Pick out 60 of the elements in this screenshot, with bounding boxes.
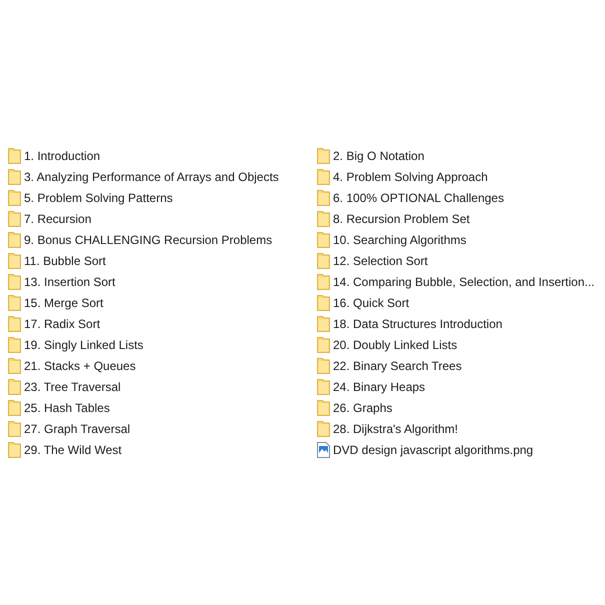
folder-item[interactable]: 1. Introduction — [8, 148, 100, 164]
folder-icon — [8, 148, 21, 164]
folder-item[interactable]: 17. Radix Sort — [8, 316, 100, 332]
folder-icon — [317, 190, 330, 206]
folder-item[interactable]: 11. Bubble Sort — [8, 252, 106, 268]
folder-item[interactable]: 16. Quick Sort — [317, 294, 410, 310]
folder-icon — [8, 190, 21, 206]
folder-item[interactable]: 2. Big O Notation — [317, 148, 424, 164]
folder-icon — [8, 294, 21, 310]
folder-item[interactable]: 14. Comparing Bubble, Selection, and Insertion... — [317, 274, 594, 290]
folder-icon — [317, 274, 330, 290]
folder-item[interactable]: 21. Stacks + Queues — [8, 358, 136, 374]
folder-item[interactable]: 20. Doubly Linked Lists — [317, 336, 458, 352]
folder-item[interactable]: 10. Searching Algorithms — [317, 232, 466, 248]
folder-icon — [8, 210, 21, 226]
folder-item[interactable]: 6. 100% OPTIONAL Challenges — [317, 190, 504, 206]
folder-icon — [8, 378, 21, 394]
folder-icon — [317, 358, 330, 374]
folder-icon — [317, 294, 330, 310]
folder-icon — [317, 210, 330, 226]
folder-icon — [317, 148, 330, 164]
folder-icon — [317, 336, 330, 352]
folder-icon — [317, 400, 330, 416]
folder-item[interactable]: 22. Binary Search Trees — [317, 358, 462, 374]
folder-item[interactable]: 26. Graphs — [317, 400, 392, 416]
folder-item[interactable]: 13. Insertion Sort — [8, 274, 116, 290]
folder-item[interactable]: 12. Selection Sort — [317, 252, 428, 268]
folder-item[interactable]: 4. Problem Solving Approach — [317, 168, 488, 184]
folder-item[interactable]: 23. Tree Traversal — [8, 378, 121, 394]
folder-icon — [8, 400, 21, 416]
folder-icon — [8, 274, 21, 290]
folder-item[interactable]: 5. Problem Solving Patterns — [8, 190, 173, 206]
folder-icon — [8, 168, 21, 184]
file-item[interactable]: DVD design javascript algorithms.png — [317, 442, 534, 458]
folder-icon — [8, 336, 21, 352]
folder-icon — [8, 358, 21, 374]
folder-icon — [317, 316, 330, 332]
folder-icon — [317, 232, 330, 248]
folder-icon — [317, 168, 330, 184]
folder-icon — [317, 378, 330, 394]
image-file-icon — [317, 442, 330, 458]
folder-icon — [8, 232, 21, 248]
folder-item[interactable]: 9. Bonus CHALLENGING Recursion Problems — [8, 232, 272, 248]
folder-icon — [8, 420, 21, 436]
folder-item[interactable]: 19. Singly Linked Lists — [8, 336, 144, 352]
folder-item[interactable]: 29. The Wild West — [8, 442, 122, 458]
folder-item[interactable]: 3. Analyzing Performance of Arrays and Objects — [8, 168, 279, 184]
folder-item[interactable]: 18. Data Structures Introduction — [317, 316, 502, 332]
folder-item[interactable]: 7. Recursion — [8, 210, 92, 226]
folder-icon — [8, 316, 21, 332]
folder-item[interactable]: 24. Binary Heaps — [317, 378, 426, 394]
folder-icon — [8, 442, 21, 458]
folder-icon — [317, 252, 330, 268]
folder-icon — [8, 252, 21, 268]
folder-item[interactable]: 27. Graph Traversal — [8, 420, 130, 436]
folder-icon — [317, 420, 330, 436]
folder-item[interactable]: 15. Merge Sort — [8, 294, 104, 310]
folder-item[interactable]: 28. Dijkstra's Algorithm! — [317, 420, 458, 436]
folder-item[interactable]: 25. Hash Tables — [8, 400, 110, 416]
folder-item[interactable]: 8. Recursion Problem Set — [317, 210, 470, 226]
